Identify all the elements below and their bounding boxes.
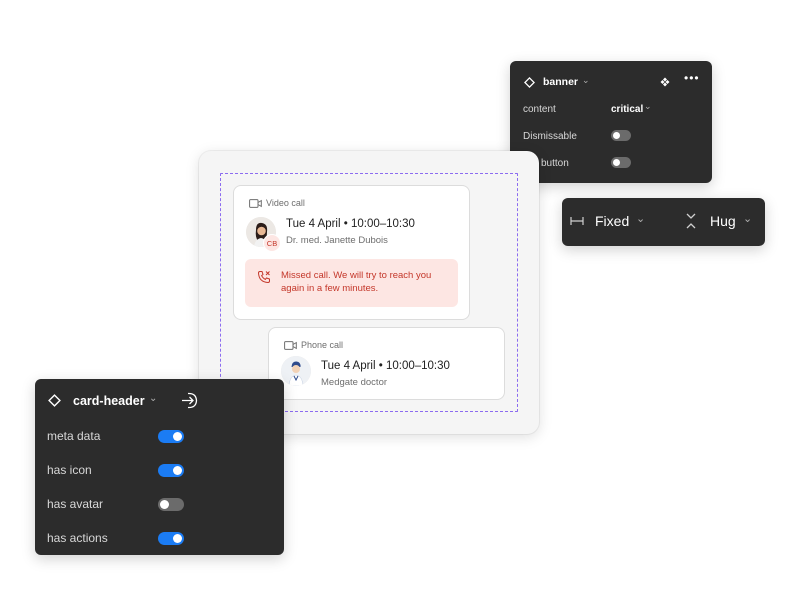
- dismissable-label: Dismissable: [523, 130, 577, 142]
- button-toggle[interactable]: [611, 157, 631, 168]
- chevron-down-icon[interactable]: ⌄: [149, 393, 157, 404]
- appointment-time: Tue 4 April • 10:00–10:30: [321, 360, 450, 372]
- missed-call-icon: [257, 271, 270, 284]
- component-name[interactable]: card-header: [73, 394, 145, 408]
- vertical-hug-icon: [686, 213, 696, 229]
- sizing-panel: Fixed ⌄ Hug ⌄: [562, 198, 765, 246]
- chevron-down-icon[interactable]: ⌄: [582, 75, 590, 86]
- component-icon: [524, 76, 535, 88]
- has-avatar-toggle[interactable]: [158, 498, 184, 511]
- dismissable-toggle[interactable]: [611, 130, 631, 141]
- content-label: content: [523, 103, 556, 115]
- height-mode-select[interactable]: Hug: [710, 213, 736, 229]
- more-options-icon[interactable]: •••: [684, 71, 700, 85]
- width-mode-select[interactable]: Fixed: [595, 213, 629, 229]
- chevron-down-icon[interactable]: ⌄: [644, 101, 652, 112]
- avatar: [281, 356, 311, 386]
- initials-badge: CB: [263, 234, 281, 252]
- banner-properties-panel: banner ⌄ ••• content critical ⌄ Dismissa…: [510, 61, 712, 183]
- card-header-properties-panel: card-header ⌄ meta data has icon has ava…: [35, 379, 284, 555]
- video-camera-icon: [249, 198, 262, 208]
- call-type: Phone call: [301, 340, 344, 350]
- has-icon-toggle[interactable]: [158, 464, 184, 477]
- has-icon-label: has icon: [47, 463, 92, 477]
- appointment-card-video[interactable]: Video call CB Tue 4 April • 10:00–10:30 …: [233, 185, 470, 320]
- video-camera-icon: [284, 340, 297, 350]
- appointment-time: Tue 4 April • 10:00–10:30: [286, 218, 415, 230]
- appointment-card-phone[interactable]: Phone call Tue 4 April • 10:00–10:30 Med…: [268, 327, 505, 400]
- meta-data-toggle[interactable]: [158, 430, 184, 443]
- has-actions-toggle[interactable]: [158, 532, 184, 545]
- instance-icon[interactable]: [660, 77, 670, 87]
- banner-message-line-1: Missed call. We will try to reach you: [281, 270, 432, 281]
- chevron-down-icon[interactable]: ⌄: [636, 212, 645, 225]
- component-name[interactable]: banner: [543, 76, 578, 88]
- initials-text: CB: [266, 238, 278, 248]
- chevron-down-icon[interactable]: ⌄: [743, 212, 752, 225]
- meta-data-label: meta data: [47, 429, 101, 443]
- component-icon: [48, 394, 61, 407]
- missed-call-banner: Missed call. We will try to reach you ag…: [245, 259, 458, 307]
- doctor-name: Dr. med. Janette Dubois: [286, 235, 388, 246]
- doctor-name: Medgate doctor: [321, 377, 388, 388]
- has-avatar-label: has avatar: [47, 497, 104, 511]
- has-actions-label: has actions: [47, 531, 108, 545]
- button-label: button: [541, 157, 569, 169]
- call-type: Video call: [266, 198, 305, 208]
- horizontal-resize-icon: [570, 217, 584, 225]
- go-to-main-component-icon[interactable]: [181, 392, 199, 409]
- banner-message-line-2: again in a few minutes.: [281, 283, 379, 294]
- content-select[interactable]: critical: [611, 104, 643, 115]
